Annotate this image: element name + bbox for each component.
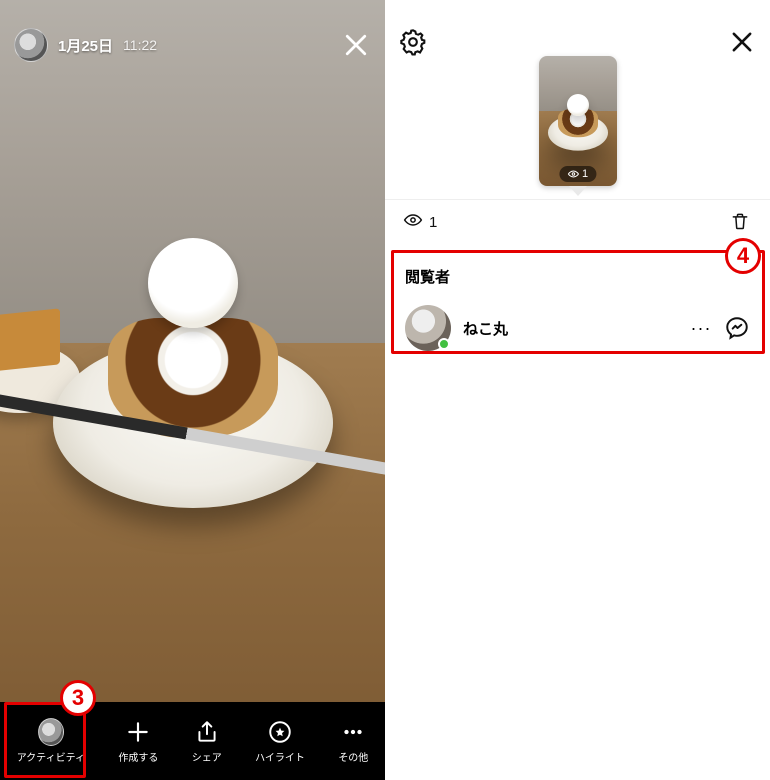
view-count-row: 1 — [403, 210, 752, 234]
more-button[interactable]: その他 — [338, 719, 368, 764]
more-label: その他 — [338, 749, 368, 764]
create-label: 作成する — [118, 749, 158, 764]
gear-icon[interactable] — [399, 28, 427, 56]
viewer-row[interactable]: ねこ丸 ··· — [385, 297, 770, 359]
viewers-section: 閲覧者 ねこ丸 ··· — [385, 250, 770, 359]
activity-label: アクティビティ — [17, 749, 85, 764]
eye-icon — [403, 210, 423, 234]
share-button[interactable]: シェア — [192, 719, 222, 764]
story-time: 11:22 — [123, 37, 157, 53]
plus-icon — [125, 719, 151, 745]
presence-dot-icon — [438, 338, 450, 350]
viewer-list-panel: 1 1 閲覧者 ねこ丸 ··· 4 — [385, 0, 770, 780]
share-icon — [194, 719, 220, 745]
share-label: シェア — [192, 749, 222, 764]
thumbnail-pointer — [569, 186, 587, 196]
viewers-section-title: 閲覧者 — [385, 250, 770, 297]
highlight-button[interactable]: ハイライト — [255, 719, 305, 764]
author-avatar[interactable] — [14, 28, 48, 62]
activity-avatar-icon — [38, 718, 64, 746]
more-icon — [340, 719, 366, 745]
activity-button[interactable]: アクティビティ — [17, 719, 85, 764]
create-button[interactable]: 作成する — [118, 719, 158, 764]
story-photo[interactable] — [0, 0, 385, 780]
story-date: 1月25日 — [58, 35, 113, 56]
highlight-label: ハイライト — [255, 749, 305, 764]
trash-icon[interactable] — [730, 211, 752, 233]
viewer-name: ねこ丸 — [463, 318, 678, 339]
story-bottom-bar: アクティビティ 作成する シェア ハイライト その他 — [0, 702, 385, 780]
story-view-panel: 1月25日 11:22 アクティビティ 作成する シェア ハイライト — [0, 0, 385, 780]
thumbnail-view-badge: 1 — [559, 166, 596, 182]
messenger-icon[interactable] — [724, 315, 750, 341]
close-icon[interactable] — [341, 30, 371, 60]
view-count-value: 1 — [429, 214, 437, 231]
thumbnail-view-count: 1 — [582, 168, 588, 180]
story-thumbnail[interactable]: 1 — [539, 56, 617, 186]
close-icon[interactable] — [728, 28, 756, 56]
story-header: 1月25日 11:22 — [14, 28, 371, 62]
viewer-avatar[interactable] — [405, 305, 451, 351]
highlight-icon — [267, 719, 293, 745]
viewer-more-icon[interactable]: ··· — [690, 318, 712, 339]
view-count: 1 — [403, 210, 437, 234]
